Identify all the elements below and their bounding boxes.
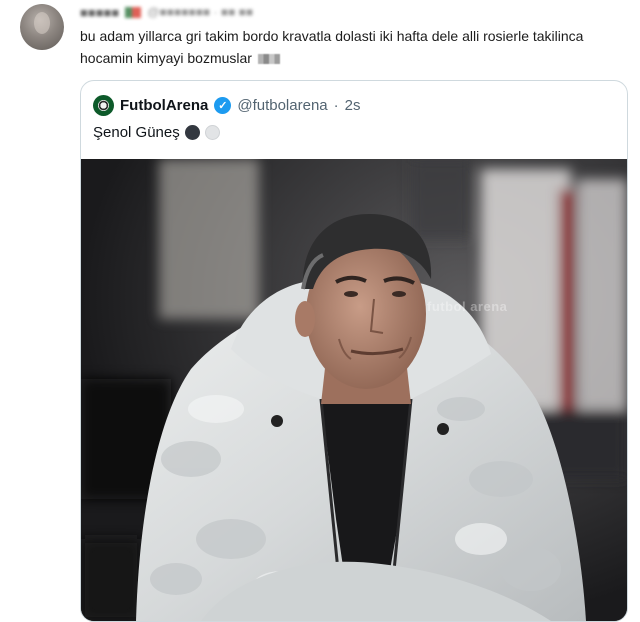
quoted-tweet-card[interactable]: FutbolArena ✓ @futbolarena · 2s Şenol Gü…	[80, 80, 628, 622]
futbolarena-watermark: futbol arena	[427, 299, 508, 314]
separator-dot: ·	[333, 96, 339, 114]
coach-photo-illustration	[81, 159, 627, 621]
quoted-tweet-text: Şenol Güneş	[93, 121, 220, 143]
tweet-header: ■■■■■ @■■■■■■■ · ■■ ■■	[80, 4, 253, 20]
quoted-timestamp[interactable]: 2s	[345, 97, 361, 114]
tweet-text: bu adam yillarca gri takim bordo kravatl…	[80, 25, 625, 69]
tweet-text-content: bu adam yillarca gri takim bordo kravatl…	[80, 28, 584, 66]
quoted-author-handle[interactable]: @futbolarena	[237, 97, 327, 114]
verified-badge-icon: ✓	[214, 96, 232, 114]
quoted-tweet-photo[interactable]: futbol arena	[81, 159, 627, 621]
flag-icon	[125, 6, 142, 18]
black-circle-icon	[184, 124, 200, 140]
author-handle[interactable]: @■■■■■■■ · ■■ ■■	[147, 5, 253, 19]
quoted-tweet-header: FutbolArena ✓ @futbolarena · 2s	[93, 93, 360, 117]
user-avatar[interactable]	[20, 4, 64, 50]
author-name[interactable]: ■■■■■	[80, 5, 119, 20]
white-circle-icon	[204, 124, 220, 140]
quoted-author-name[interactable]: FutbolArena	[120, 97, 208, 114]
quoted-text-content: Şenol Güneş	[93, 123, 180, 141]
censored-emoji-icon	[257, 54, 280, 65]
futbolarena-avatar[interactable]	[93, 94, 114, 116]
